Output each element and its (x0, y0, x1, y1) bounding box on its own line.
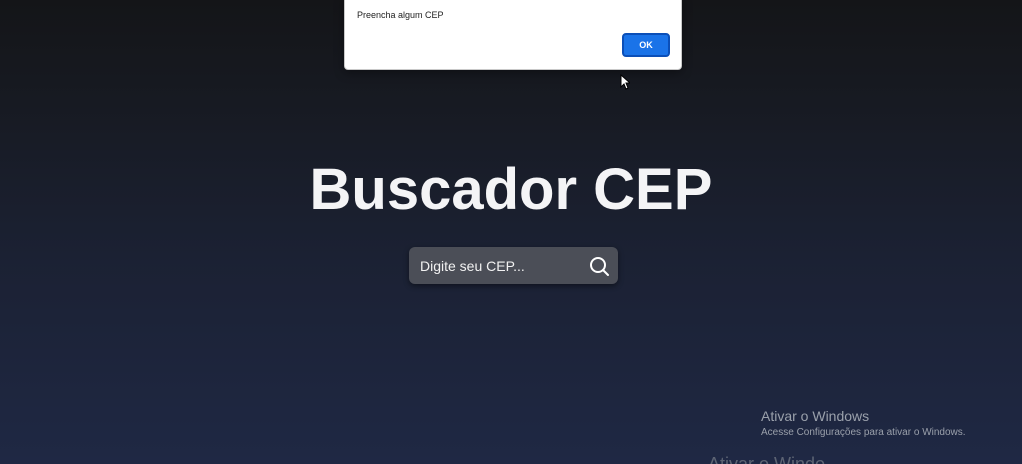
alert-message: Preencha algum CEP (357, 10, 444, 20)
search-box (409, 247, 618, 284)
search-button[interactable] (586, 253, 612, 279)
search-icon (590, 257, 609, 276)
page-title: Buscador CEP (309, 157, 713, 222)
cep-search-input[interactable] (409, 247, 577, 284)
windows-activation-watermark: Ativar o Windows Acesse Configurações pa… (761, 406, 966, 440)
watermark-title: Ativar o Windows (761, 408, 870, 424)
watermark-subtitle: Acesse Configurações para ativar o Windo… (761, 427, 966, 438)
mouse-pointer-icon (620, 74, 630, 90)
watermark-ghost-text: Ativar o Windo (708, 454, 826, 464)
ok-button[interactable]: OK (622, 33, 670, 57)
alert-dialog: Preencha algum CEP OK (344, 0, 682, 70)
